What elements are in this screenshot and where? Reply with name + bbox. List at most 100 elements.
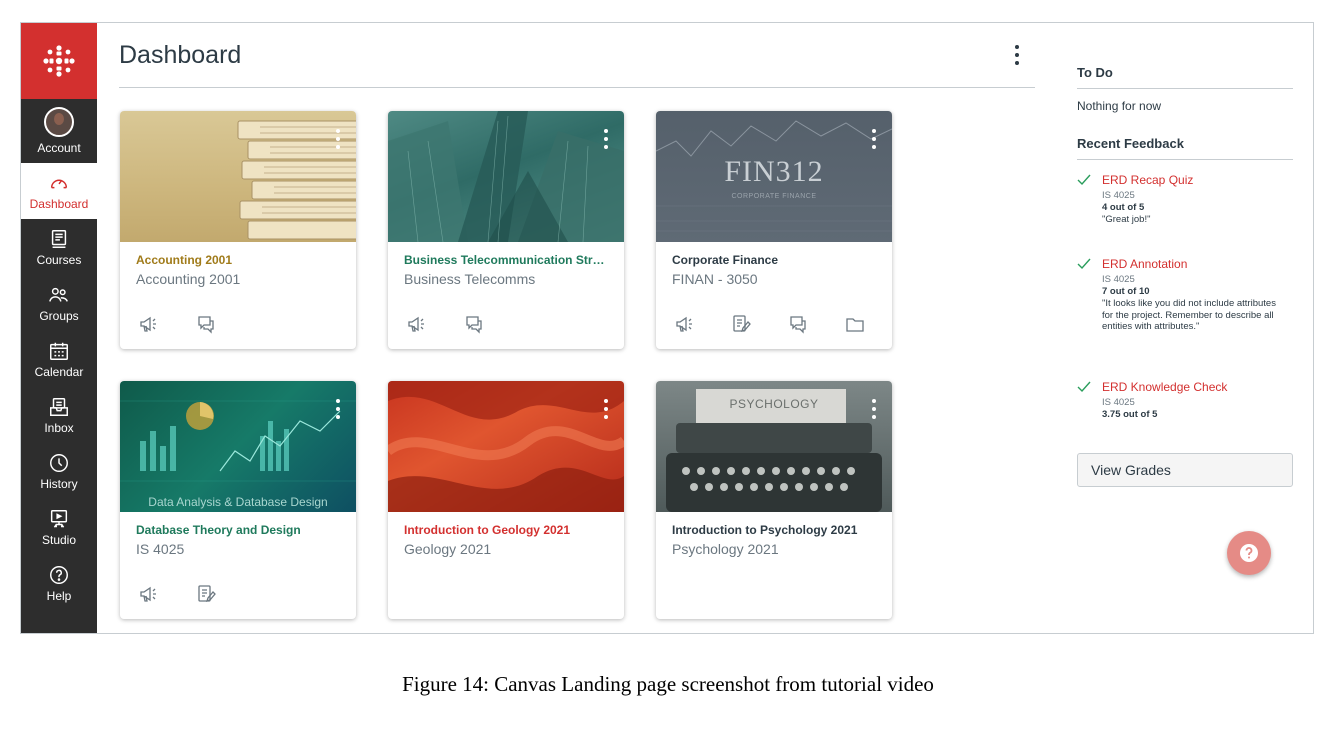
announcements-icon[interactable]: [138, 314, 158, 334]
assignments-icon[interactable]: [731, 314, 751, 334]
groups-icon: [49, 287, 68, 302]
main-content: Dashboard Accounting 2001 Accounting 200…: [97, 23, 1059, 633]
nav-studio[interactable]: Studio: [21, 499, 97, 555]
nav-history-label: History: [40, 476, 78, 491]
card-options-button[interactable]: [331, 127, 345, 151]
nav-help-label: Help: [46, 588, 72, 603]
hero-text: Data Analysis & Database Design: [148, 495, 328, 509]
nav-history[interactable]: History: [21, 443, 97, 499]
discussions-icon[interactable]: [464, 314, 484, 334]
nav-courses[interactable]: Courses: [21, 219, 97, 275]
course-code: Psychology 2021: [672, 541, 779, 557]
nav-courses-label: Courses: [36, 252, 82, 267]
dashboard-options-button[interactable]: [1009, 43, 1025, 67]
feedback-course: IS 4025: [1102, 397, 1135, 408]
canvas-window: Account Dashboard Courses Groups Calenda…: [20, 22, 1314, 634]
course-title[interactable]: Database Theory and Design: [136, 523, 340, 537]
avatar: [44, 107, 74, 137]
hero-text: PSYCHOLOGY: [729, 397, 819, 411]
nav-dashboard[interactable]: Dashboard: [21, 163, 97, 219]
course-card-psychology[interactable]: PSYCHOLOGY Introduction to Psychology 20…: [656, 381, 892, 619]
canvas-logo-icon: [43, 45, 75, 77]
checkmark-icon: [1077, 381, 1091, 393]
canvas-logo[interactable]: [21, 23, 97, 99]
feedback-title[interactable]: ERD Knowledge Check: [1102, 380, 1227, 394]
dashboard-icon: [50, 179, 68, 188]
calendar-icon: [50, 342, 68, 360]
discussions-icon[interactable]: [788, 314, 808, 334]
feedback-title[interactable]: ERD Annotation: [1102, 257, 1187, 271]
nav-account-label: Account: [37, 141, 81, 155]
course-card-image: FIN312 CORPORATE FINANCE: [656, 111, 892, 242]
course-card-image: PSYCHOLOGY: [656, 381, 892, 512]
studio-icon: [50, 509, 68, 528]
course-code: Business Telecomms: [404, 271, 536, 287]
recent-feedback-heading: Recent Feedback: [1077, 136, 1293, 160]
nav-inbox[interactable]: Inbox: [21, 387, 97, 443]
card-options-button[interactable]: [331, 397, 345, 421]
todo-heading: To Do: [1077, 65, 1293, 89]
course-card-image: [388, 111, 624, 242]
feedback-title[interactable]: ERD Recap Quiz: [1102, 173, 1193, 187]
inbox-icon: [50, 397, 68, 416]
card-options-button[interactable]: [867, 127, 881, 151]
course-code: Accounting 2001: [136, 271, 241, 287]
assignments-icon[interactable]: [196, 584, 216, 604]
nav-studio-label: Studio: [41, 532, 77, 547]
feedback-item[interactable]: ERD Annotation IS 4025 7 out of 10 "It l…: [1077, 257, 1293, 367]
course-code: FINAN - 3050: [672, 271, 758, 287]
course-card-business-telecom[interactable]: Business Telecommunication Strat... Busi…: [388, 111, 624, 349]
announcements-icon[interactable]: [406, 314, 426, 334]
hero-text: FIN312: [724, 155, 824, 188]
course-title[interactable]: Introduction to Geology 2021: [404, 523, 608, 537]
nav-groups-label: Groups: [39, 308, 79, 323]
card-options-button[interactable]: [867, 397, 881, 421]
course-card-image: [120, 111, 356, 242]
page-title: Dashboard: [119, 41, 242, 69]
course-title[interactable]: Corporate Finance: [672, 253, 876, 267]
nav-groups[interactable]: Groups: [21, 275, 97, 331]
feedback-course: IS 4025: [1102, 274, 1135, 285]
canyon-image: [388, 381, 624, 512]
course-code: Geology 2021: [404, 541, 492, 557]
card-options-button[interactable]: [599, 127, 613, 151]
feedback-comment: "It looks like you did not include attri…: [1102, 298, 1276, 332]
feedback-item[interactable]: ERD Knowledge Check IS 4025 3.75 out of …: [1077, 380, 1293, 430]
view-grades-button[interactable]: View Grades: [1077, 453, 1293, 487]
course-title[interactable]: Introduction to Psychology 2021: [672, 523, 876, 537]
help-icon: [50, 565, 68, 584]
nav-inbox-label: Inbox: [44, 420, 74, 435]
checkmark-icon: [1077, 174, 1091, 186]
course-code: IS 4025: [136, 541, 185, 557]
nav-account[interactable]: Account: [21, 99, 97, 163]
course-card-image: [388, 381, 624, 512]
nav-dashboard-label: Dashboard: [29, 196, 89, 211]
help-button[interactable]: [1227, 531, 1271, 575]
feedback-score: 7 out of 10: [1102, 286, 1150, 297]
feedback-score: 3.75 out of 5: [1102, 409, 1158, 420]
course-card-accounting[interactable]: Accounting 2001 Accounting 2001: [120, 111, 356, 349]
checkmark-icon: [1077, 258, 1091, 270]
course-card-corporate-finance[interactable]: FIN312 CORPORATE FINANCE Corporate Finan…: [656, 111, 892, 349]
announcements-icon[interactable]: [138, 584, 158, 604]
skyscrapers-image: [388, 111, 624, 242]
figure-caption: Figure 14: Canvas Landing page screensho…: [402, 672, 934, 696]
announcements-icon[interactable]: [674, 314, 694, 334]
course-title[interactable]: Business Telecommunication Strat...: [404, 253, 608, 267]
course-card-geology[interactable]: Introduction to Geology 2021 Geology 202…: [388, 381, 624, 619]
course-card-image: Data Analysis & Database Design: [120, 381, 356, 512]
nav-calendar-label: Calendar: [34, 364, 84, 379]
folder-icon[interactable]: [845, 314, 865, 334]
nav-calendar[interactable]: Calendar: [21, 331, 97, 387]
course-title[interactable]: Accounting 2001: [136, 253, 340, 267]
feedback-comment: "Great job!": [1102, 214, 1151, 225]
data-analysis-image: [120, 400, 356, 482]
discussions-icon[interactable]: [196, 314, 216, 334]
nav-help[interactable]: Help: [21, 555, 97, 611]
course-card-database-theory[interactable]: Data Analysis & Database Design Database…: [120, 381, 356, 619]
feedback-item[interactable]: ERD Recap Quiz IS 4025 4 out of 5 "Great…: [1077, 173, 1293, 243]
courses-icon: [51, 229, 67, 248]
card-options-button[interactable]: [599, 397, 613, 421]
feedback-score: 4 out of 5: [1102, 202, 1145, 213]
header-divider: [119, 87, 1035, 88]
